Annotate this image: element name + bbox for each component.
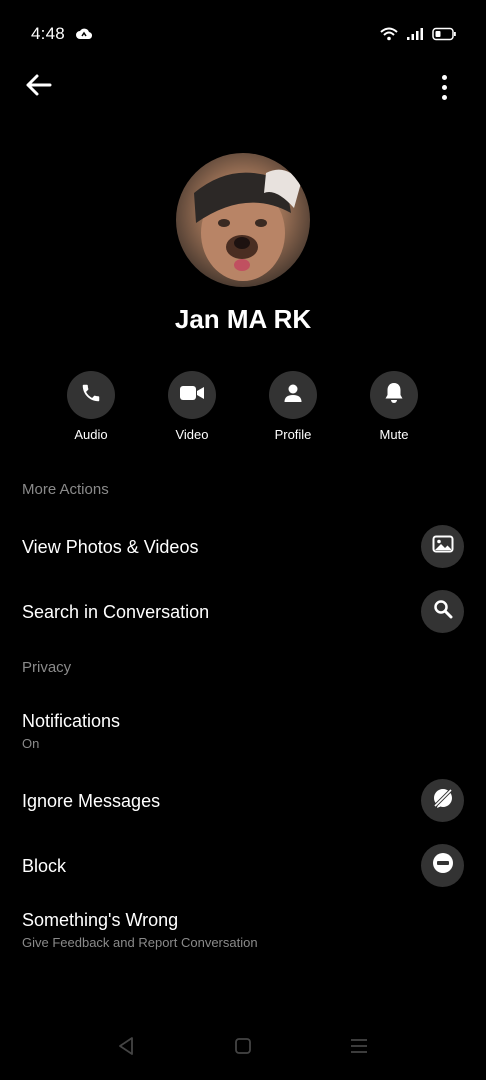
audio-label: Audio <box>74 427 108 442</box>
video-camera-icon <box>179 383 205 408</box>
back-button[interactable] <box>20 70 56 104</box>
cloud-icon <box>76 27 93 45</box>
something-wrong-subtitle: Give Feedback and Report Conversation <box>22 935 258 950</box>
block-label: Block <box>22 856 67 876</box>
nav-home-button[interactable] <box>233 1036 253 1061</box>
status-bar: 4:48 <box>0 0 486 70</box>
wifi-icon <box>380 27 398 46</box>
notifications-row[interactable]: Notifications On <box>0 700 486 756</box>
image-icon <box>432 535 454 558</box>
privacy-header: Privacy <box>22 659 72 676</box>
triangle-back-icon <box>119 1037 133 1055</box>
nav-recents-button[interactable] <box>349 1036 369 1061</box>
ignore-messages-row[interactable]: Ignore Messages <box>0 776 486 826</box>
search-icon <box>433 599 453 624</box>
quick-actions: Audio Video Profile Mute <box>0 371 486 451</box>
profile-button[interactable]: Profile <box>248 371 338 442</box>
something-wrong-label: Something's Wrong <box>22 910 179 930</box>
signal-icon <box>406 27 424 46</box>
something-wrong-row[interactable]: Something's Wrong Give Feedback and Repo… <box>0 902 486 958</box>
view-photos-label: View Photos & Videos <box>22 537 199 557</box>
video-call-button[interactable]: Video <box>147 371 237 442</box>
search-conversation-row[interactable]: Search in Conversation <box>0 587 486 637</box>
bell-icon <box>384 382 404 409</box>
notifications-label: Notifications <box>22 711 121 731</box>
system-nav-bar <box>0 1020 486 1080</box>
phone-icon <box>80 382 102 409</box>
battery-icon <box>432 27 456 46</box>
ignore-icon <box>431 786 455 815</box>
more-vert-icon <box>441 74 447 80</box>
audio-call-button[interactable]: Audio <box>46 371 136 442</box>
more-actions-header: More Actions <box>22 481 109 498</box>
avatar-image <box>194 169 301 281</box>
search-conversation-label: Search in Conversation <box>22 602 210 622</box>
person-icon <box>283 383 303 408</box>
nav-back-button[interactable] <box>116 1036 136 1061</box>
avatar[interactable] <box>176 153 310 287</box>
profile-label: Profile <box>274 427 312 442</box>
mute-label: Mute <box>379 427 409 442</box>
notifications-status: On <box>22 736 40 751</box>
arrow-left-icon <box>24 73 52 102</box>
square-home-icon <box>235 1038 251 1054</box>
status-icons <box>380 27 456 46</box>
block-row[interactable]: Block <box>0 841 486 891</box>
contact-name: Jan MA RK <box>174 304 312 334</box>
menu-recents-icon <box>351 1039 367 1053</box>
video-label: Video <box>175 427 209 442</box>
mute-button[interactable]: Mute <box>349 371 439 442</box>
ignore-messages-label: Ignore Messages <box>22 791 161 811</box>
more-options-button[interactable] <box>432 70 456 104</box>
status-time: 4:48 <box>31 24 65 43</box>
block-icon <box>432 852 454 879</box>
view-photos-videos-row[interactable]: View Photos & Videos <box>0 522 486 572</box>
